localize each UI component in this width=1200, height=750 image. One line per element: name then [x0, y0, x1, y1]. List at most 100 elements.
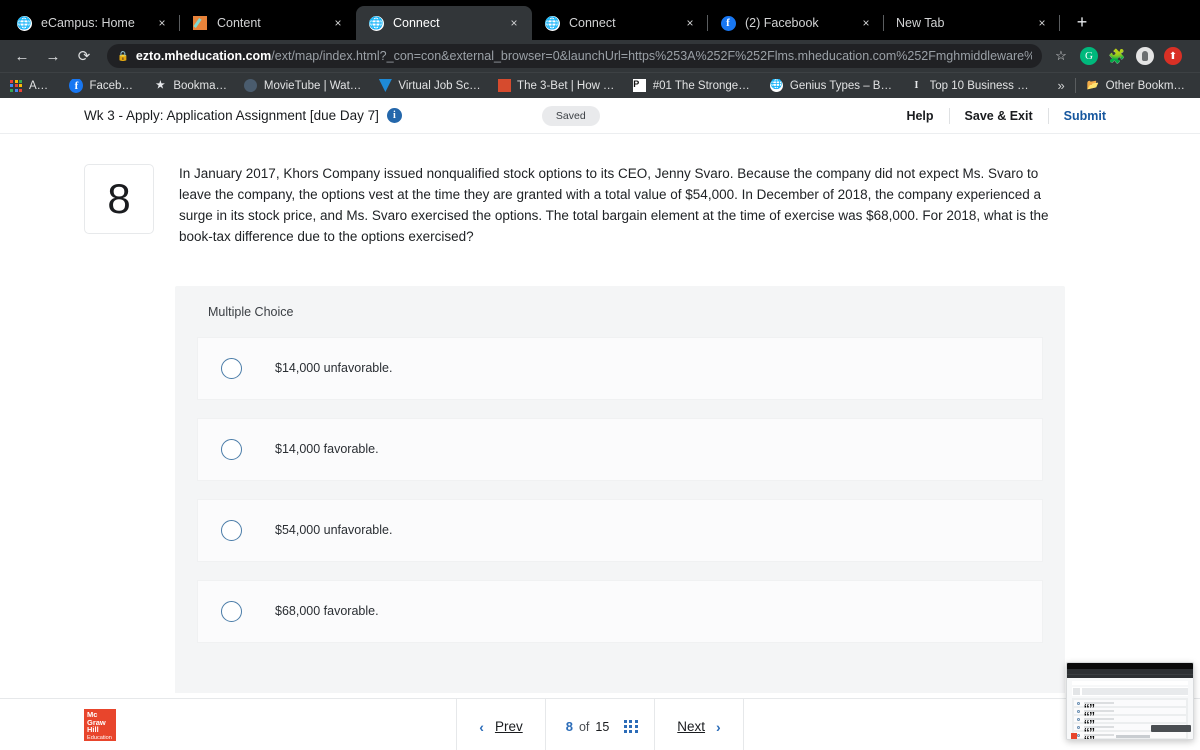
save-and-exit-link[interactable]: Save & Exit [950, 109, 1048, 123]
facebook-icon: f [720, 15, 736, 31]
submit-link[interactable]: Submit [1049, 109, 1106, 123]
answer-option-4[interactable]: $68,000 favorable. [197, 579, 1043, 643]
new-tab-button[interactable]: + [1068, 9, 1096, 37]
question-text: In January 2017, Khors Company issued no… [179, 166, 1049, 244]
radio-button[interactable] [221, 600, 242, 622]
url-domain: ezto.mheducation.com [135, 49, 272, 63]
question-row: 8 In January 2017, Khors Company issued … [0, 134, 1200, 248]
bookmark-strongest[interactable]: P #01 The Strongest… [633, 79, 754, 93]
help-link[interactable]: Help [891, 109, 948, 123]
forward-icon[interactable]: → [39, 42, 67, 70]
tab-close-icon[interactable]: × [330, 15, 346, 31]
pip-header [1072, 681, 1188, 685]
puzzle-extensions-icon[interactable]: 🧩 [1108, 47, 1126, 65]
profile-avatar-icon[interactable] [1136, 47, 1154, 65]
tab-close-icon[interactable]: × [858, 15, 874, 31]
next-label: Next [677, 719, 706, 734]
tab-title: New Tab [896, 16, 945, 30]
current-page: 8 [565, 719, 573, 734]
page-title: Wk 3 - Apply: Application Assignment [du… [84, 108, 379, 123]
bookmark-virtual-job-scout[interactable]: Virtual Job Scout [378, 79, 481, 93]
radio-button[interactable] [221, 357, 242, 379]
chevron-left-icon: ‹ [479, 718, 484, 735]
bookmark-movietube[interactable]: MovieTube | Watc… [244, 79, 362, 93]
page-counter: 8 of 15 [546, 719, 655, 734]
radio-button[interactable] [221, 519, 242, 541]
browser-tab-ecampus-home[interactable]: 🌐 eCampus: Home × [4, 6, 180, 40]
browser-tab-connect-active[interactable]: 🌐 Connect × [356, 6, 532, 40]
tab-strip: 🌐 eCampus: Home × Content × 🌐 Connect × … [0, 0, 1200, 40]
assignment-header: Wk 3 - Apply: Application Assignment [du… [0, 98, 1200, 134]
next-question-button[interactable]: Next › [655, 699, 742, 750]
tab-close-icon[interactable]: × [682, 15, 698, 31]
header-actions: Help Save & Exit Submit [891, 107, 1106, 124]
bookmark-top-10-business[interactable]: I Top 10 Business P… [910, 79, 1032, 93]
browser-chrome: 🌐 eCampus: Home × Content × 🌐 Connect × … [0, 0, 1200, 98]
tab-close-icon[interactable]: × [1034, 15, 1050, 31]
total-pages: 15 [595, 719, 610, 734]
bookmark-label: Apps [29, 79, 54, 92]
answer-option-1[interactable]: $14,000 unfavorable. [197, 336, 1043, 400]
update-icon[interactable]: ⬆ [1164, 47, 1182, 65]
question-pager: ‹ Prev 8 of 15 Next › [456, 698, 744, 750]
grammarly-icon[interactable]: G [1080, 47, 1098, 65]
answer-option-label: $14,000 unfavorable. [275, 361, 393, 376]
globe-icon: 🌐 [770, 79, 784, 92]
bookmark-label: Genius Types – Bu… [789, 79, 894, 92]
reload-icon[interactable]: ⟳ [70, 42, 98, 70]
radio-button[interactable] [221, 438, 242, 460]
bookmark-star-icon[interactable]: ☆ [1050, 45, 1072, 67]
tab-title: Connect [393, 16, 440, 30]
tab-title: eCampus: Home [41, 16, 135, 30]
bookmark-label: Facebook [89, 79, 138, 92]
prev-label: Prev [494, 719, 523, 734]
bookmark-other-bookmarks[interactable]: 📂 Other Bookmarks [1086, 79, 1191, 93]
tab-title: Content [217, 16, 261, 30]
text-cursor-icon: I [914, 80, 919, 91]
of-label: of [578, 719, 590, 734]
picture-in-picture-thumbnail[interactable] [1066, 662, 1194, 740]
status-badge: Saved [541, 105, 600, 126]
bookmark-facebook[interactable]: f Facebook [69, 78, 138, 93]
answer-option-2[interactable]: $14,000 favorable. [197, 417, 1043, 481]
browser-tab-new-tab[interactable]: New Tab × [884, 6, 1060, 40]
info-icon[interactable]: i [386, 108, 402, 123]
bookmark-apps[interactable]: Apps [9, 79, 53, 93]
bookmark-label: MovieTube | Watc… [263, 79, 363, 92]
address-bar-url: ezto.mheducation.com/ext/map/index.html?… [136, 49, 1032, 63]
browser-tab-content[interactable]: Content × [180, 6, 356, 40]
movietube-icon [244, 79, 258, 93]
address-bar[interactable]: 🔒 ezto.mheducation.com/ext/map/index.htm… [107, 44, 1042, 68]
bookmark-bookmarks[interactable]: ★ Bookmarks [153, 79, 228, 93]
tab-close-icon[interactable]: × [154, 15, 170, 31]
bookmark-label: #01 The Strongest… [652, 79, 754, 92]
lock-icon: 🔒 [117, 50, 129, 62]
pager-divider [742, 698, 744, 750]
bookmark-label: Other Bookmarks [1105, 79, 1192, 92]
pip-question [1072, 687, 1188, 696]
browser-toolbar: ← → ⟳ 🔒 ezto.mheducation.com/ext/map/ind… [0, 40, 1200, 72]
bookmark-label: Virtual Job Scout [398, 79, 482, 92]
browser-tab-facebook[interactable]: f (2) Facebook × [708, 6, 884, 40]
bookmark-label: Bookmarks [173, 79, 228, 92]
question-grid-icon[interactable] [624, 719, 639, 734]
page-viewport: Wk 3 - Apply: Application Assignment [du… [0, 98, 1200, 750]
pocket-icon: P [633, 79, 647, 93]
content-icon [192, 15, 208, 31]
bookmark-three-bet[interactable]: The 3-Bet | How T… [497, 79, 617, 93]
facebook-icon: f [69, 78, 84, 93]
pip-option [1074, 700, 1186, 706]
answer-option-3[interactable]: $54,000 unfavorable. [197, 498, 1043, 562]
browser-tab-connect-2[interactable]: 🌐 Connect × [532, 6, 708, 40]
bookmark-genius-types[interactable]: 🌐 Genius Types – Bu… [770, 79, 894, 93]
pip-controls[interactable] [1151, 725, 1191, 732]
prev-question-button[interactable]: ‹ Prev [457, 699, 544, 750]
tab-close-icon[interactable]: × [506, 15, 522, 31]
back-icon[interactable]: ← [8, 42, 36, 70]
star-icon: ★ [155, 80, 165, 91]
three-bet-icon [497, 79, 511, 93]
pip-footer [1071, 733, 1189, 739]
logo-line-4: Education [87, 734, 112, 741]
question-content-area: 8 In January 2017, Khors Company issued … [0, 134, 1200, 698]
bookmarks-overflow-icon[interactable]: » [1047, 78, 1074, 93]
